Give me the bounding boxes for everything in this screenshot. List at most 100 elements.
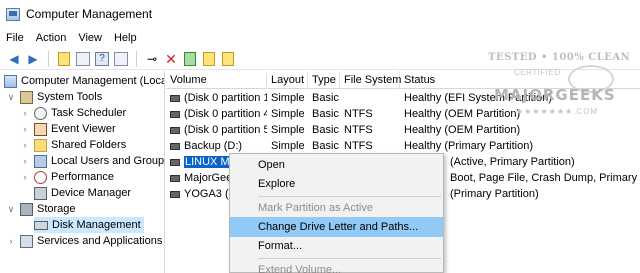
- chevron-right-icon[interactable]: ›: [20, 108, 30, 118]
- help-icon[interactable]: ?: [95, 51, 109, 66]
- type-cell: Basic: [312, 92, 339, 104]
- watermark-brand-text: MAJORGEEKS: [494, 86, 616, 104]
- volume-icon: [170, 94, 180, 102]
- tree-item-system-tools[interactable]: ∨ System Tools: [6, 89, 102, 105]
- tree-item-label: Performance: [51, 171, 114, 183]
- checklist-icon[interactable]: [184, 51, 196, 66]
- watermark-tested-text: TESTED • 100% CLEAN: [488, 52, 631, 63]
- majorgeeks-watermark: TESTED • 100% CLEAN CERTIFIED MAJORGEEKS…: [476, 48, 640, 123]
- column-header-file-system[interactable]: File System: [340, 71, 401, 89]
- folder-icon[interactable]: [222, 51, 234, 66]
- status-cell: Healthy (Primary Partition): [404, 140, 533, 152]
- tree-item-services-and-applications[interactable]: › Services and Applications: [6, 233, 162, 249]
- performance-icon: [34, 170, 47, 184]
- tree-item-computer-management[interactable]: Computer Management (Local: [4, 73, 165, 89]
- volume-cell: (Disk 0 partition 5): [166, 122, 267, 138]
- chevron-right-icon[interactable]: ›: [20, 172, 30, 182]
- show-hide-tree-icon[interactable]: [76, 51, 90, 66]
- storage-icon: [20, 202, 33, 216]
- chevron-right-icon[interactable]: ›: [6, 236, 16, 246]
- tree-item-label: Computer Management (Local: [21, 75, 165, 87]
- menu-help[interactable]: Help: [114, 32, 137, 44]
- tree-item-label: Event Viewer: [51, 123, 116, 135]
- computer-management-icon: [6, 7, 20, 21]
- file-system-cell: NTFS: [344, 108, 373, 120]
- clock-icon: [34, 106, 47, 120]
- volume-icon: [170, 110, 180, 118]
- tree-item-label: Disk Management: [52, 219, 141, 231]
- tree-item-task-scheduler[interactable]: › Task Scheduler: [20, 105, 126, 121]
- context-menu-format[interactable]: Format...: [230, 236, 443, 256]
- tree-item-label: Storage: [37, 203, 76, 215]
- menu-bar: File Action View Help: [0, 29, 640, 47]
- column-header-type[interactable]: Type: [308, 71, 340, 89]
- file-system-cell: [340, 90, 400, 106]
- menu-view[interactable]: View: [78, 32, 102, 44]
- type-cell: Basic: [312, 140, 339, 152]
- users-icon: [34, 154, 47, 168]
- context-menu-open[interactable]: Open: [230, 155, 443, 175]
- back-arrow-icon[interactable]: ◀: [6, 51, 22, 67]
- context-menu-extend-volume: Extend Volume...: [258, 264, 342, 273]
- menu-file[interactable]: File: [6, 32, 24, 44]
- type-cell: Basic: [312, 124, 339, 136]
- status-cell: (Primary Partition): [450, 188, 539, 200]
- tree-item-disk-management[interactable]: Disk Management: [34, 217, 144, 233]
- layout-cell: Simple: [271, 140, 305, 152]
- properties-icon[interactable]: [114, 51, 128, 66]
- context-menu: Open Explore Mark Partition as Active Ch…: [229, 153, 444, 273]
- tools-icon: [20, 90, 33, 104]
- tree-item-event-viewer[interactable]: › Event Viewer: [20, 121, 116, 137]
- column-header-volume[interactable]: Volume: [166, 71, 267, 89]
- tree-item-device-manager[interactable]: Device Manager: [20, 185, 131, 201]
- status-cell: Boot, Page File, Crash Dump, Primary Par…: [450, 172, 640, 184]
- chevron-down-icon[interactable]: ∨: [6, 204, 16, 215]
- layout-cell: Simple: [271, 92, 305, 104]
- table-row[interactable]: Backup (D:) Simple Basic NTFS Healthy (P…: [166, 138, 640, 154]
- file-system-cell: NTFS: [344, 140, 373, 152]
- table-row[interactable]: (Disk 0 partition 5) Simple Basic NTFS H…: [166, 122, 640, 138]
- up-folder-icon[interactable]: [58, 51, 70, 66]
- rescan-icon[interactable]: [203, 51, 215, 66]
- chevron-right-icon[interactable]: ›: [20, 124, 30, 134]
- context-menu-mark-partition-active: Mark Partition as Active: [258, 202, 373, 214]
- volume-cell: (Disk 0 partition 1): [166, 90, 267, 106]
- status-cell: Healthy (OEM Partition): [404, 124, 521, 136]
- context-menu-change-drive-letter[interactable]: Change Drive Letter and Paths...: [230, 217, 443, 237]
- volume-icon: [170, 190, 180, 198]
- shared-folder-icon: [34, 138, 47, 152]
- tree-item-label: Shared Folders: [51, 139, 127, 151]
- chevron-down-icon[interactable]: ∨: [6, 92, 16, 103]
- volume-icon: [170, 126, 180, 134]
- delete-icon[interactable]: ✕: [163, 51, 179, 67]
- console-tree: Computer Management (Local ∨ System Tool…: [0, 71, 165, 273]
- context-menu-explore[interactable]: Explore: [230, 174, 443, 194]
- tree-item-storage[interactable]: ∨ Storage: [6, 201, 76, 217]
- type-cell: Basic: [312, 108, 339, 120]
- volume-name: (Disk 0 partition 1): [184, 92, 267, 104]
- device-manager-icon: [34, 186, 47, 200]
- tree-item-label: System Tools: [37, 91, 103, 103]
- chevron-right-icon[interactable]: ›: [20, 140, 30, 150]
- file-system-cell: NTFS: [344, 124, 373, 136]
- column-header-layout[interactable]: Layout: [267, 71, 308, 89]
- tree-item-shared-folders[interactable]: › Shared Folders: [20, 137, 126, 153]
- tree-item-label: Task Scheduler: [51, 107, 127, 119]
- context-menu-separator: [258, 258, 441, 259]
- watermark-certified-text: CERTIFIED: [514, 68, 561, 77]
- menu-action[interactable]: Action: [36, 32, 67, 44]
- layout-cell: Simple: [271, 108, 305, 120]
- tree-item-label: Device Manager: [51, 187, 132, 199]
- forward-arrow-icon[interactable]: ▶: [25, 51, 41, 67]
- tree-item-performance[interactable]: › Performance: [20, 169, 114, 185]
- tree-item-local-users-and-groups[interactable]: › Local Users and Groups: [20, 153, 165, 169]
- volume-name: (Disk 0 partition 5): [184, 124, 267, 136]
- connect-icon[interactable]: ⊸: [144, 51, 160, 67]
- disk-icon: [34, 220, 48, 230]
- services-icon: [20, 234, 33, 248]
- chevron-right-icon[interactable]: ›: [20, 156, 30, 166]
- window-title: Computer Management: [26, 7, 153, 21]
- volume-icon: [170, 142, 180, 150]
- watermark-domain-text: ★★★★★★★.COM: [516, 107, 599, 116]
- tree-item-label: Local Users and Groups: [51, 155, 165, 167]
